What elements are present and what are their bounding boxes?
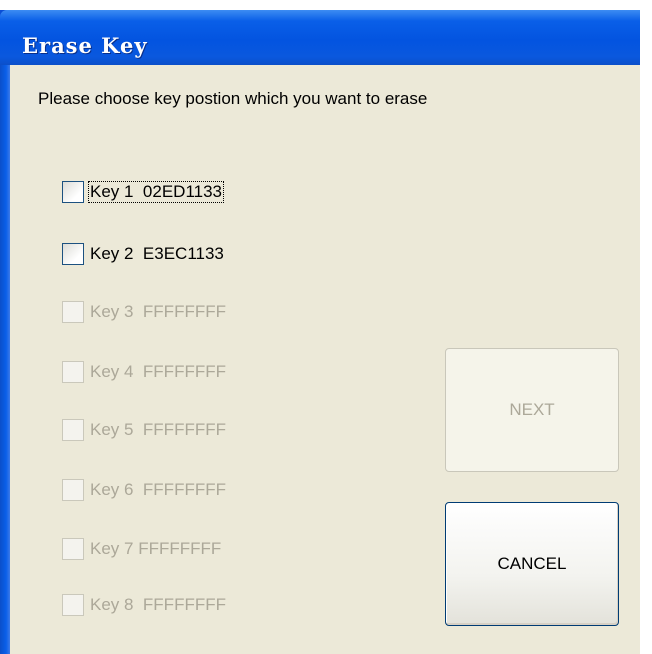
key-7-label: Key 7 FFFFFFFF <box>90 539 222 558</box>
checkbox-box[interactable] <box>62 538 84 560</box>
key-8-label: Key 8 FFFFFFFF <box>90 595 226 614</box>
window-title: Erase Key <box>22 33 148 58</box>
key-5-label: Key 5 FFFFFFFF <box>90 420 226 439</box>
checkbox-box[interactable] <box>62 243 84 265</box>
next-button[interactable]: NEXT <box>445 348 619 472</box>
checkbox-box[interactable] <box>62 594 84 616</box>
checkbox-box[interactable] <box>62 361 84 383</box>
key-2-checkbox[interactable]: Key 2 E3EC1133 <box>62 242 225 266</box>
key-1-label: Key 1 02ED1133 <box>88 181 224 203</box>
key-6-checkbox[interactable]: Key 6 FFFFFFFF <box>62 478 227 502</box>
key-5-checkbox[interactable]: Key 5 FFFFFFFF <box>62 418 227 442</box>
key-1-checkbox[interactable]: Key 1 02ED1133 <box>62 180 224 204</box>
checkbox-box[interactable] <box>62 181 84 203</box>
checkbox-box[interactable] <box>62 301 84 323</box>
checkbox-box[interactable] <box>62 479 84 501</box>
dialog-window: Erase Key Please choose key postion whic… <box>0 0 652 654</box>
top-strip <box>0 0 652 10</box>
key-3-label: Key 3 FFFFFFFF <box>90 302 226 321</box>
instruction-text: Please choose key postion which you want… <box>38 89 428 108</box>
checkbox-box[interactable] <box>62 419 84 441</box>
window-border-right <box>640 10 652 654</box>
key-7-checkbox[interactable]: Key 7 FFFFFFFF <box>62 537 222 561</box>
cancel-button[interactable]: CANCEL <box>445 502 619 626</box>
key-8-checkbox[interactable]: Key 8 FFFFFFFF <box>62 593 227 617</box>
key-2-label: Key 2 E3EC1133 <box>90 244 224 263</box>
key-6-label: Key 6 FFFFFFFF <box>90 480 226 499</box>
title-bar[interactable]: Erase Key <box>0 10 652 65</box>
key-3-checkbox[interactable]: Key 3 FFFFFFFF <box>62 300 227 324</box>
window-border-left <box>0 65 10 654</box>
key-4-checkbox[interactable]: Key 4 FFFFFFFF <box>62 360 227 384</box>
key-4-label: Key 4 FFFFFFFF <box>90 362 226 381</box>
